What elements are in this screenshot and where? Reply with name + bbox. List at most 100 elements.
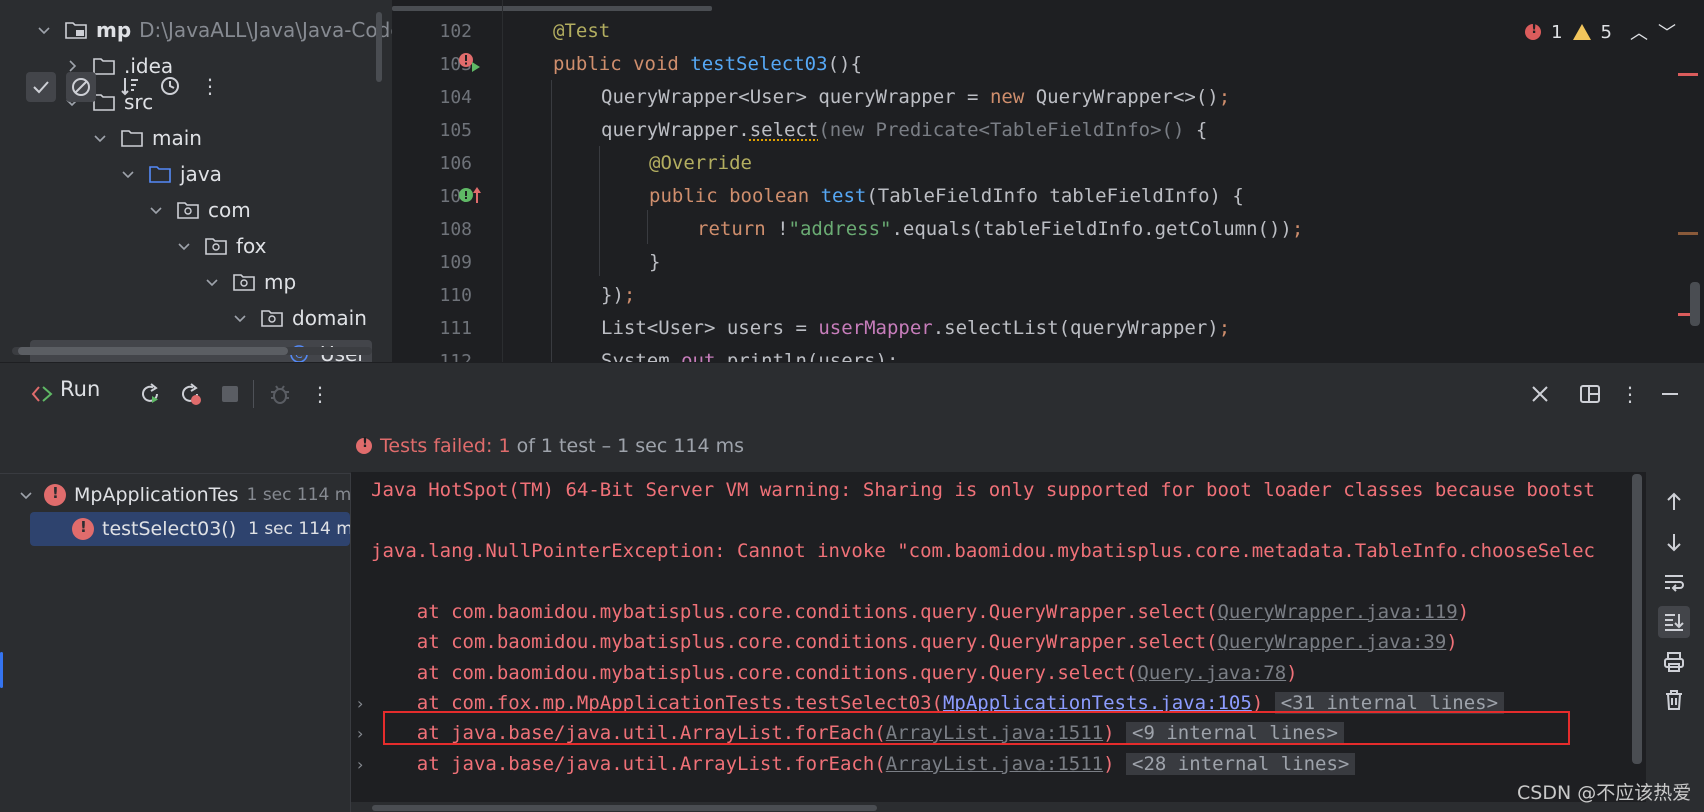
previous-highlight-icon[interactable]: ︿ <box>1630 19 1648 45</box>
tree-horizontal-scrollbar[interactable] <box>18 347 288 355</box>
line-number: 111 <box>416 312 472 345</box>
scroll-to-end-icon[interactable] <box>1658 606 1690 638</box>
chevron-down-icon[interactable] <box>232 310 248 326</box>
inspection-widget[interactable]: 1 5 ︿ ﹀ <box>1525 18 1676 46</box>
tree-item-java[interactable]: java <box>120 156 222 192</box>
line-number: 102 <box>416 15 472 48</box>
code-line-103[interactable]: public void testSelect03(){ <box>553 48 862 81</box>
run-header: Run ⋮ ⋮ <box>0 363 1704 423</box>
tree-item-mp[interactable]: mp <box>204 264 296 300</box>
tree-item-label: main <box>152 126 202 150</box>
editor-vertical-scrollbar[interactable] <box>1690 282 1700 326</box>
toolbar-separator <box>253 380 254 408</box>
chevron-down-icon[interactable] <box>176 238 192 254</box>
rerun-failed-tests-icon[interactable] <box>176 380 204 408</box>
console-vertical-scrollbar[interactable] <box>1632 474 1642 764</box>
tree-item-label: com <box>208 198 251 222</box>
run-test-error-icon[interactable] <box>458 52 484 74</box>
code-line-109[interactable]: } <box>649 246 660 279</box>
error-stripe-mark[interactable] <box>1678 73 1698 76</box>
arrow-up-icon[interactable] <box>1660 488 1688 516</box>
more-options-icon[interactable]: ⋮ <box>1616 380 1644 408</box>
console-line: at com.baomidou.mybatisplus.core.conditi… <box>371 626 1458 658</box>
chevron-down-icon[interactable] <box>204 274 220 290</box>
indent-guide <box>551 80 552 362</box>
more-options-icon[interactable]: ⋮ <box>196 72 224 100</box>
test-name: testSelect03() <box>102 518 236 540</box>
trash-icon[interactable] <box>1660 686 1688 714</box>
chevron-down-icon[interactable] <box>120 166 136 182</box>
tool-window-stripe-marker <box>0 652 3 688</box>
test-name: MpApplicationTes <box>74 484 239 506</box>
more-options-icon[interactable]: ⋮ <box>306 380 334 408</box>
chevron-down-icon[interactable] <box>92 130 108 146</box>
tree-vertical-scrollbar[interactable] <box>376 12 382 82</box>
print-icon[interactable] <box>1660 648 1688 676</box>
stop-icon[interactable] <box>216 380 244 408</box>
test-toolbar: ⋮ <box>0 423 350 473</box>
sort-by-duration-icon[interactable] <box>156 72 184 100</box>
warning-stripe-mark[interactable] <box>1678 232 1698 235</box>
chevron-down-icon[interactable] <box>18 487 34 503</box>
tree-item-label: domain <box>292 306 367 330</box>
status-suffix: of 1 test – 1 sec 114 ms <box>511 435 745 457</box>
tree-item-mp-root[interactable]: mp D:\JavaALL\Java\Java-Code <box>36 12 392 48</box>
arrow-down-icon[interactable] <box>1660 528 1688 556</box>
code-line-112[interactable]: System.out.println(users); <box>601 345 898 362</box>
soft-wrap-icon[interactable] <box>1660 568 1688 596</box>
tree-item-fox[interactable]: fox <box>176 228 267 264</box>
fold-arrow-icon[interactable]: › <box>357 694 371 708</box>
console-horizontal-scrollbar[interactable] <box>372 805 877 811</box>
stack-link[interactable]: QueryWrapper.java:39 <box>1217 631 1446 653</box>
chevron-down-icon[interactable] <box>36 22 52 38</box>
fold-arrow-icon[interactable]: › <box>357 755 371 769</box>
stack-link[interactable]: QueryWrapper.java:119 <box>1217 601 1457 623</box>
code-line-104[interactable]: QueryWrapper<User> queryWrapper = new Qu… <box>601 81 1230 114</box>
code-line-105[interactable]: queryWrapper.select(new Predicate<TableF… <box>601 114 1207 147</box>
close-icon[interactable] <box>1526 380 1554 408</box>
line-number: 105 <box>416 114 472 147</box>
chevron-down-icon[interactable] <box>148 202 164 218</box>
package-icon <box>204 236 228 256</box>
fold-arrow-icon[interactable]: › <box>357 724 371 738</box>
code-line-102[interactable]: @Test <box>553 15 610 48</box>
run-tab-title[interactable]: Run <box>60 377 100 401</box>
test-failed-icon <box>44 484 66 506</box>
test-tree-row-method[interactable]: testSelect03() 1 sec 114 ms <box>30 512 350 546</box>
sort-icon[interactable] <box>116 72 144 100</box>
code-editor[interactable]: 102 103 104 105 106 107 108 109 110 111 … <box>392 0 1704 362</box>
test-tree-row-class[interactable]: MpApplicationTes 1 sec 114 ms <box>18 478 350 512</box>
tree-item-path-hint: D:\JavaALL\Java\Java-Code <box>139 18 392 42</box>
tree-item-label: mp <box>96 18 131 42</box>
line-number: 108 <box>416 213 472 246</box>
implements-method-icon[interactable] <box>458 185 484 207</box>
code-line-110[interactable]: }); <box>601 279 635 312</box>
tree-item-com[interactable]: com <box>148 192 251 228</box>
layout-icon[interactable] <box>1576 380 1604 408</box>
rerun-icon[interactable] <box>136 380 164 408</box>
show-ignored-toggle[interactable] <box>66 72 96 102</box>
gutter-separator <box>502 0 503 362</box>
error-count: 1 <box>1551 22 1562 43</box>
stack-link[interactable]: ArrayList.java:1511 <box>886 753 1103 775</box>
code-line-107[interactable]: public boolean test(TableFieldInfo table… <box>649 180 1244 213</box>
minimize-icon[interactable] <box>1656 380 1684 408</box>
stack-link[interactable]: Query.java:78 <box>1137 662 1286 684</box>
tree-item-label: mp <box>264 270 296 294</box>
console-output[interactable]: Java HotSpot(TM) 64-Bit Server VM warnin… <box>351 472 1646 802</box>
tree-item-main[interactable]: main <box>92 120 202 156</box>
source-folder-icon <box>148 164 172 184</box>
next-highlight-icon[interactable]: ﹀ <box>1658 19 1676 45</box>
internal-lines-fold[interactable]: <28 internal lines> <box>1126 753 1355 775</box>
test-duration: 1 sec 114 ms <box>247 485 350 505</box>
line-number: 106 <box>416 147 472 180</box>
code-line-108[interactable]: return !"address".equals(tableFieldInfo.… <box>697 213 1303 246</box>
tree-item-domain[interactable]: domain <box>232 300 367 336</box>
line-number: 109 <box>416 246 472 279</box>
debug-icon[interactable] <box>266 380 294 408</box>
package-icon <box>232 272 256 292</box>
line-number: 104 <box>416 81 472 114</box>
code-line-106[interactable]: @Override <box>649 147 752 180</box>
show-passed-toggle[interactable] <box>26 72 56 102</box>
code-line-111[interactable]: List<User> users = userMapper.selectList… <box>601 312 1230 345</box>
